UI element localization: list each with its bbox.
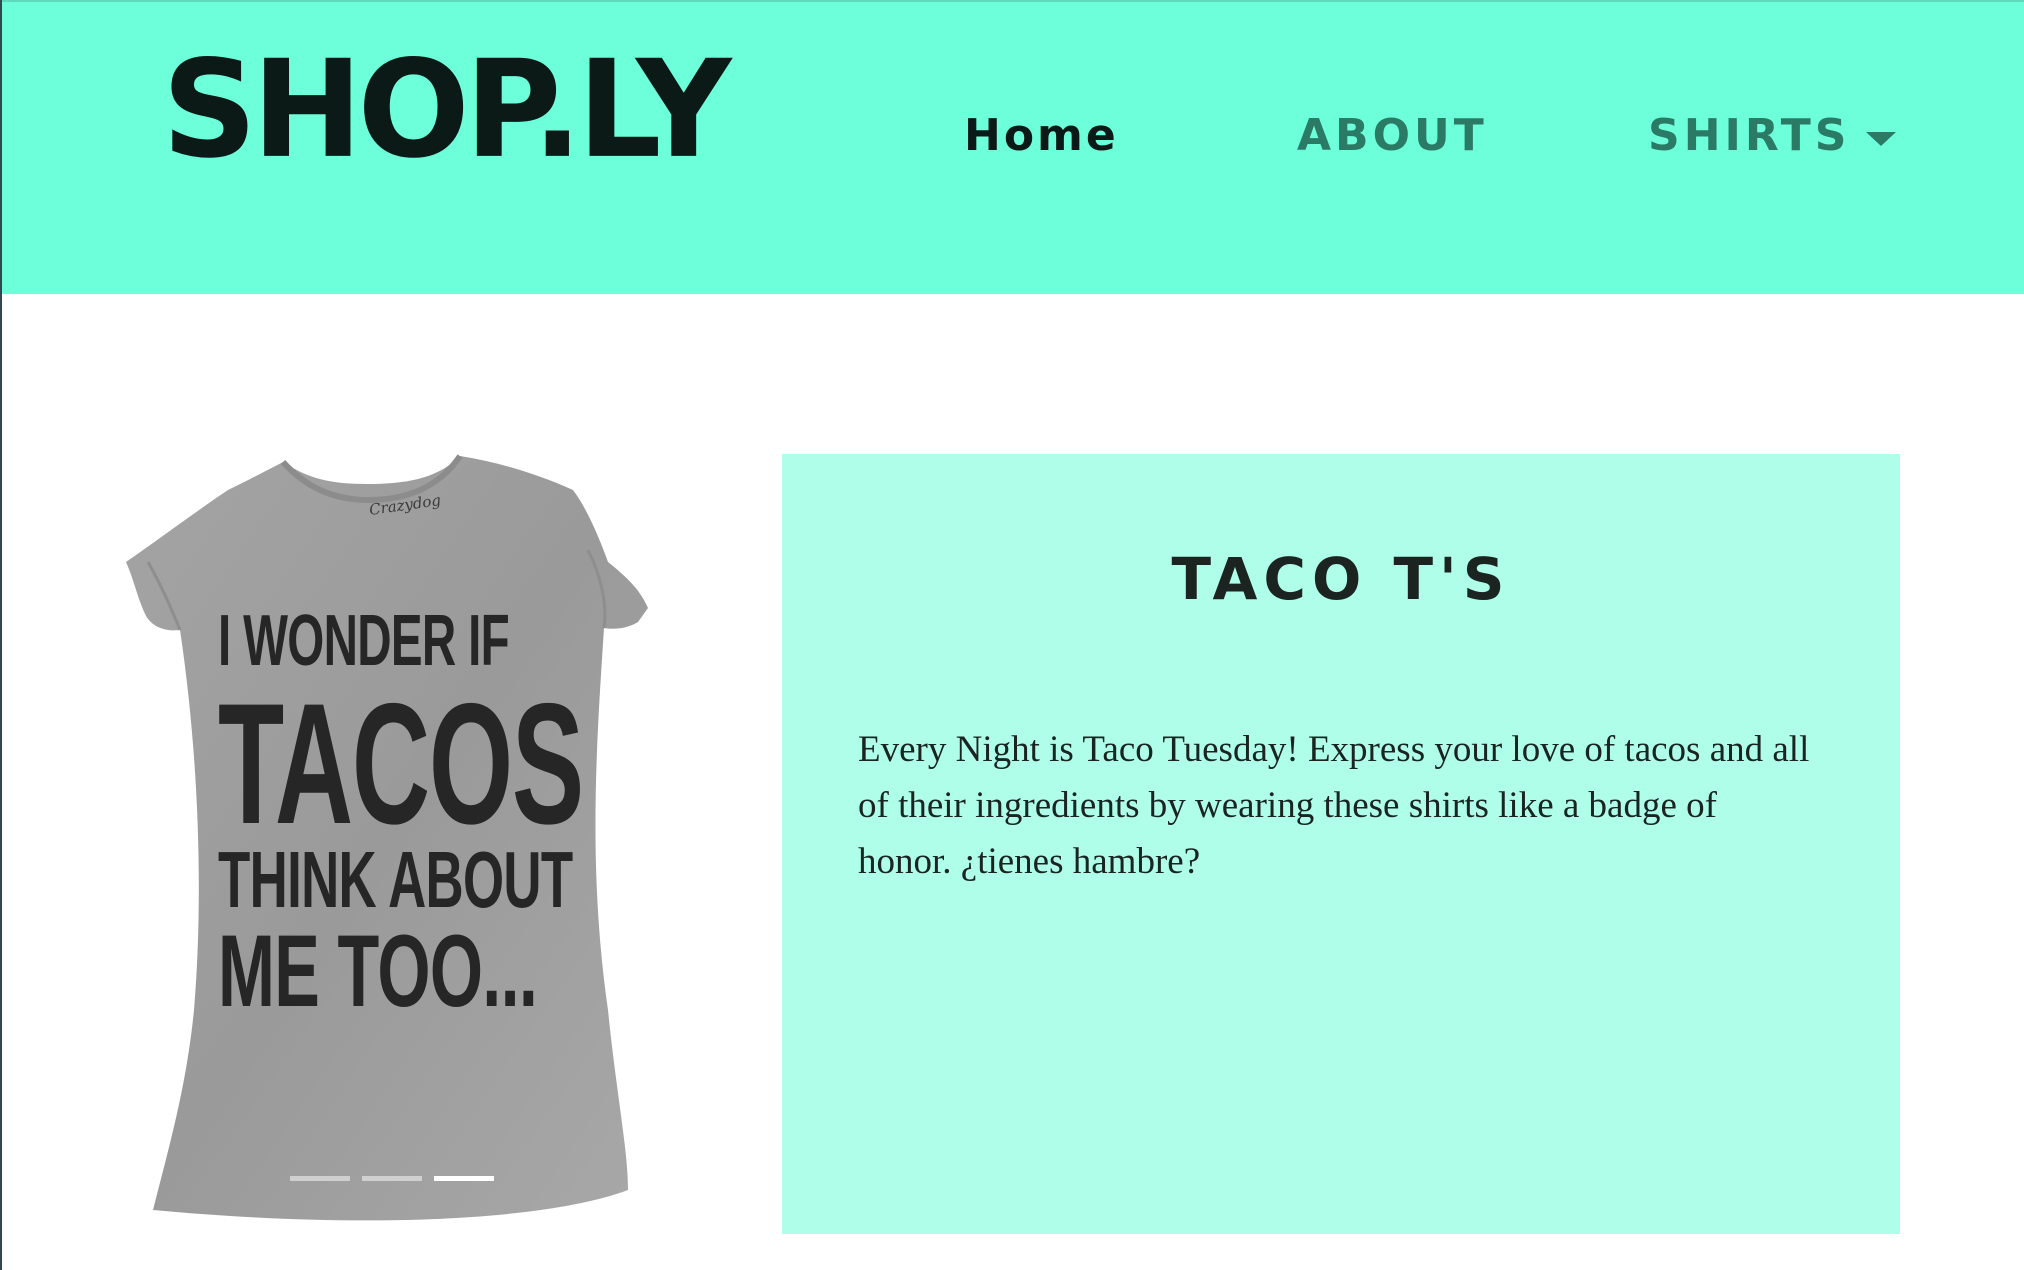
panel-description: Every Night is Taco Tuesday! Express you… xyxy=(858,729,1810,882)
product-carousel[interactable]: Crazydog I WONDER IF TACOS THINK ABOUT M… xyxy=(68,450,728,1240)
shirt-print-line-3: THINK ABOUT xyxy=(218,835,573,924)
carousel-indicator-3-active[interactable] xyxy=(434,1176,494,1181)
shirt-print-line-2: TACOS xyxy=(218,668,584,860)
site-logo[interactable]: SHOP.LY xyxy=(162,43,732,178)
product-info-panel: TACO T'S Every Night is Taco Tuesday! Ex… xyxy=(782,454,1900,1234)
carousel-indicator-1[interactable] xyxy=(290,1176,350,1181)
nav-shirts-dropdown[interactable]: SHIRTS xyxy=(1648,114,1851,158)
page: SHOP.LY Home ABOUT SHIRTS Crazydog I WON… xyxy=(0,0,2024,1270)
panel-title: TACO T'S xyxy=(1171,545,1511,613)
nav-about[interactable]: ABOUT xyxy=(1297,114,1488,158)
site-header: SHOP.LY Home ABOUT SHIRTS xyxy=(2,0,2024,294)
shirt-print-line-1: I WONDER IF xyxy=(218,601,510,681)
shirt-print-line-4: ME TOO... xyxy=(218,914,538,1028)
nav-home[interactable]: Home xyxy=(964,114,1119,158)
carousel-indicator-2[interactable] xyxy=(362,1176,422,1181)
chevron-down-icon[interactable] xyxy=(1866,132,1896,146)
